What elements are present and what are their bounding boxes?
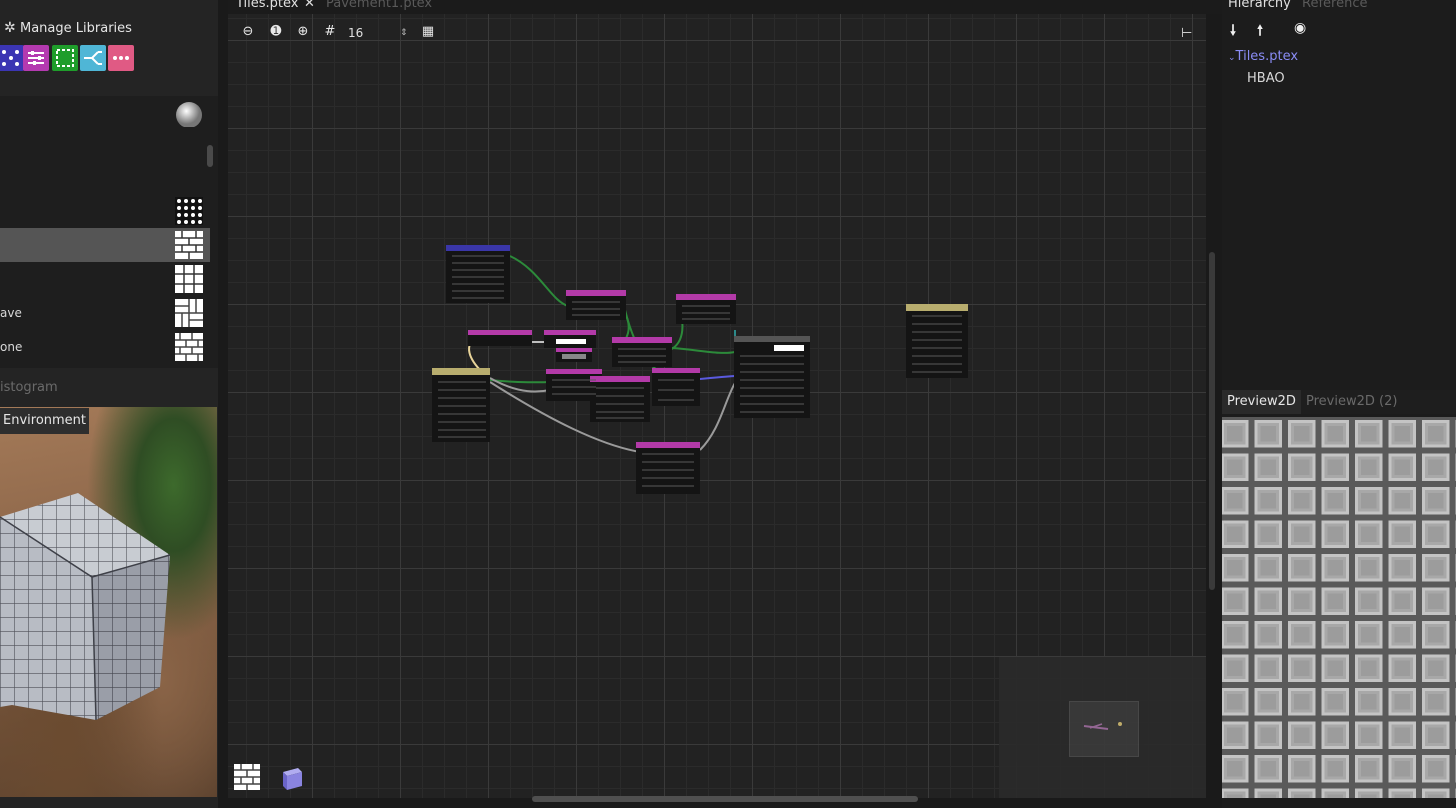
flow-icon [84,51,102,65]
manage-libraries-header[interactable]: ✲ Manage Libraries [0,14,218,44]
connection-link [671,347,736,354]
tab-hierarchy[interactable]: Hierarchy [1228,0,1291,11]
graph-node[interactable] [468,330,532,346]
manage-libraries-label: Manage Libraries [20,21,132,36]
graph-node[interactable] [906,304,968,378]
library-category-flow-button[interactable] [80,45,106,71]
library-category-more-button[interactable] [108,45,134,71]
arrow-up-icon[interactable]: 🠕 [1257,20,1263,44]
zoom-out-icon[interactable]: ⊖ [240,24,256,40]
cube-3d-preview [0,493,171,721]
preview-2d-viewport[interactable] [1222,417,1456,798]
library-item[interactable] [0,262,210,296]
document-tab-bar: Tiles.ptex ✕ Pavement1.ptex [228,0,1228,14]
grid-toggle-icon[interactable]: ▦ [420,24,436,40]
graph-node[interactable] [544,330,596,348]
tab-environment[interactable]: Environment [0,408,89,434]
tab-histogram[interactable]: istogram [0,380,58,395]
more-icon [113,56,129,60]
library-scrollbar[interactable] [207,145,213,167]
library-category-patterns-button[interactable] [0,45,24,71]
arrow-down-icon[interactable]: 🠗 [1230,20,1236,44]
minimap-nodes [1083,722,1122,730]
tab-reference[interactable]: Reference [1302,0,1367,11]
connection-link [699,382,736,451]
minimap-viewport[interactable] [1069,701,1139,757]
library-category-transforms-button[interactable] [52,45,78,71]
graph-horizontal-scrollbar[interactable] [532,796,918,802]
hierarchy-corner-icon[interactable]: ⊢ [1181,26,1197,42]
weave-thumbnail-icon [175,299,203,327]
dots-thumbnail-icon [175,197,203,225]
graph-toolbar: ⊖ ➊ ⊕ # 16 ⇕ ▦ [238,24,438,44]
library-item[interactable] [0,194,210,228]
hierarchy-tab-bar: Hierarchy Reference [1222,0,1456,12]
preview-tab-bar: Preview2D Preview2D (2) [1222,390,1456,414]
pattern-icon [2,50,19,66]
snap-grid-icon[interactable]: # [322,24,338,40]
tab-preview2d[interactable]: Preview2D [1222,390,1301,414]
graph-node[interactable] [432,368,490,442]
preview-3d-viewport[interactable] [0,407,217,797]
eye-icon[interactable]: ◉ [1294,20,1306,36]
tab-tiles[interactable]: Tiles.ptex [236,0,298,11]
tab-preview2d-2[interactable]: Preview2D (2) [1306,390,1397,414]
connection-link [509,255,569,307]
chevron-down-icon[interactable]: ⌄ [1228,53,1236,63]
selection-icon [56,49,74,67]
graph-vertical-scrollbar[interactable] [1209,252,1215,590]
library-item[interactable] [0,228,210,262]
sphere-thumbnail-icon [176,102,202,127]
tab-close-icon[interactable]: ✕ [304,0,315,11]
graph-node[interactable] [446,245,510,303]
library-category-filters-button[interactable] [23,45,49,71]
tile-pattern-icon[interactable] [234,764,260,790]
stone-thumbnail-icon [175,333,203,361]
spinner-arrows-icon[interactable]: ⇕ [400,24,408,42]
graph-node[interactable] [590,376,650,422]
tab-pavement[interactable]: Pavement1.ptex [326,0,432,11]
tree-item-hbao[interactable]: HBAO [1247,71,1285,86]
library-item[interactable]: ave [0,296,210,330]
sliders-icon [28,51,44,65]
graph-minimap[interactable] [999,657,1206,798]
library-item[interactable]: one [0,330,210,364]
library-list: ave one [0,96,218,368]
tiles-thumbnail-icon [175,265,203,293]
settings-gear-icon: ✲ [4,20,16,36]
grid-size-value: 16 [348,26,364,40]
grid-size-spinbox[interactable]: 16 ⇕ [348,24,408,42]
graph-node[interactable] [556,348,592,362]
cube-icon[interactable] [278,764,306,792]
library-item[interactable] [0,96,210,130]
zoom-reset-icon[interactable]: ➊ [268,24,284,40]
tree-item-tiles[interactable]: ⌄Tiles.ptex [1228,49,1298,64]
zoom-in-icon[interactable]: ⊕ [295,24,311,40]
bricks-thumbnail-icon [175,231,203,259]
tiles-preview-image [1222,417,1456,798]
graph-node[interactable] [734,336,810,418]
